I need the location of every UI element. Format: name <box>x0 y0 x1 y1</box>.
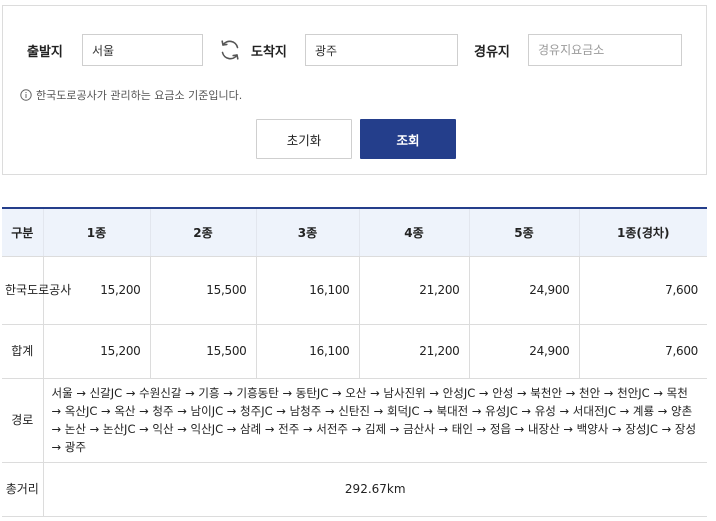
fare-cell: 24,900 <box>468 324 579 379</box>
fare-table: 구분 1종 2종 3종 4종 5종 1종(경차) 한국도로공사 15,200 1… <box>2 207 707 517</box>
header-class-2: 2종 <box>149 207 256 257</box>
via-input[interactable] <box>528 34 682 66</box>
fare-cell: 16,100 <box>255 324 359 379</box>
reset-button[interactable]: 초기화 <box>256 119 352 159</box>
fare-cell: 24,900 <box>468 256 579 325</box>
table-header-row: 구분 1종 2종 3종 4종 5종 1종(경차) <box>2 207 707 257</box>
header-class-5: 5종 <box>468 207 579 257</box>
refresh-arrows-icon[interactable] <box>217 37 243 63</box>
route-value: 서울 → 신갈JC → 수원신갈 → 기흥 → 기흥동탄 → 동탄JC → 오산… <box>42 378 707 463</box>
header-class-1: 1종 <box>42 207 150 257</box>
via-label: 경유지 <box>474 45 510 60</box>
distance-row: 총거리 292.67km <box>2 462 707 517</box>
table-row: 합계 15,200 15,500 16,100 21,200 24,900 7,… <box>2 324 707 379</box>
row-label-korea-expressway: 한국도로공사 <box>2 256 71 325</box>
search-panel: 출발지 도착지 경유지 한국도로공사가 관리하는 요금소 기준입니다. 초기화 … <box>2 5 707 175</box>
notice-text: 한국도로공사가 관리하는 요금소 기준입니다. <box>20 87 242 103</box>
distance-value: 292.67km <box>42 462 707 517</box>
info-circle-icon <box>20 89 32 101</box>
notice-label: 한국도로공사가 관리하는 요금소 기준입니다. <box>36 89 243 102</box>
fare-cell: 7,600 <box>578 256 707 325</box>
fare-cell: 21,200 <box>358 324 469 379</box>
header-class-4: 4종 <box>358 207 469 257</box>
fare-cell: 15,500 <box>149 256 256 325</box>
fare-cell: 15,500 <box>149 324 256 379</box>
departure-input[interactable] <box>82 34 203 66</box>
route-label: 경로 <box>2 378 43 463</box>
fare-cell: 16,100 <box>255 256 359 325</box>
header-class-3: 3종 <box>255 207 359 257</box>
row-label-total: 합계 <box>2 324 43 379</box>
departure-label: 출발지 <box>27 45 63 60</box>
fare-cell: 7,600 <box>578 324 707 379</box>
route-row: 경로 서울 → 신갈JC → 수원신갈 → 기흥 → 기흥동탄 → 동탄JC →… <box>2 378 707 463</box>
header-compact-car: 1종(경차) <box>578 207 707 257</box>
arrival-label: 도착지 <box>251 45 287 60</box>
fare-cell: 21,200 <box>358 256 469 325</box>
table-row: 한국도로공사 15,200 15,500 16,100 21,200 24,90… <box>2 256 707 325</box>
search-button[interactable]: 조회 <box>360 119 456 159</box>
header-category: 구분 <box>2 207 43 257</box>
arrival-input[interactable] <box>305 34 458 66</box>
distance-label: 총거리 <box>2 462 43 517</box>
fare-cell: 15,200 <box>42 324 150 379</box>
